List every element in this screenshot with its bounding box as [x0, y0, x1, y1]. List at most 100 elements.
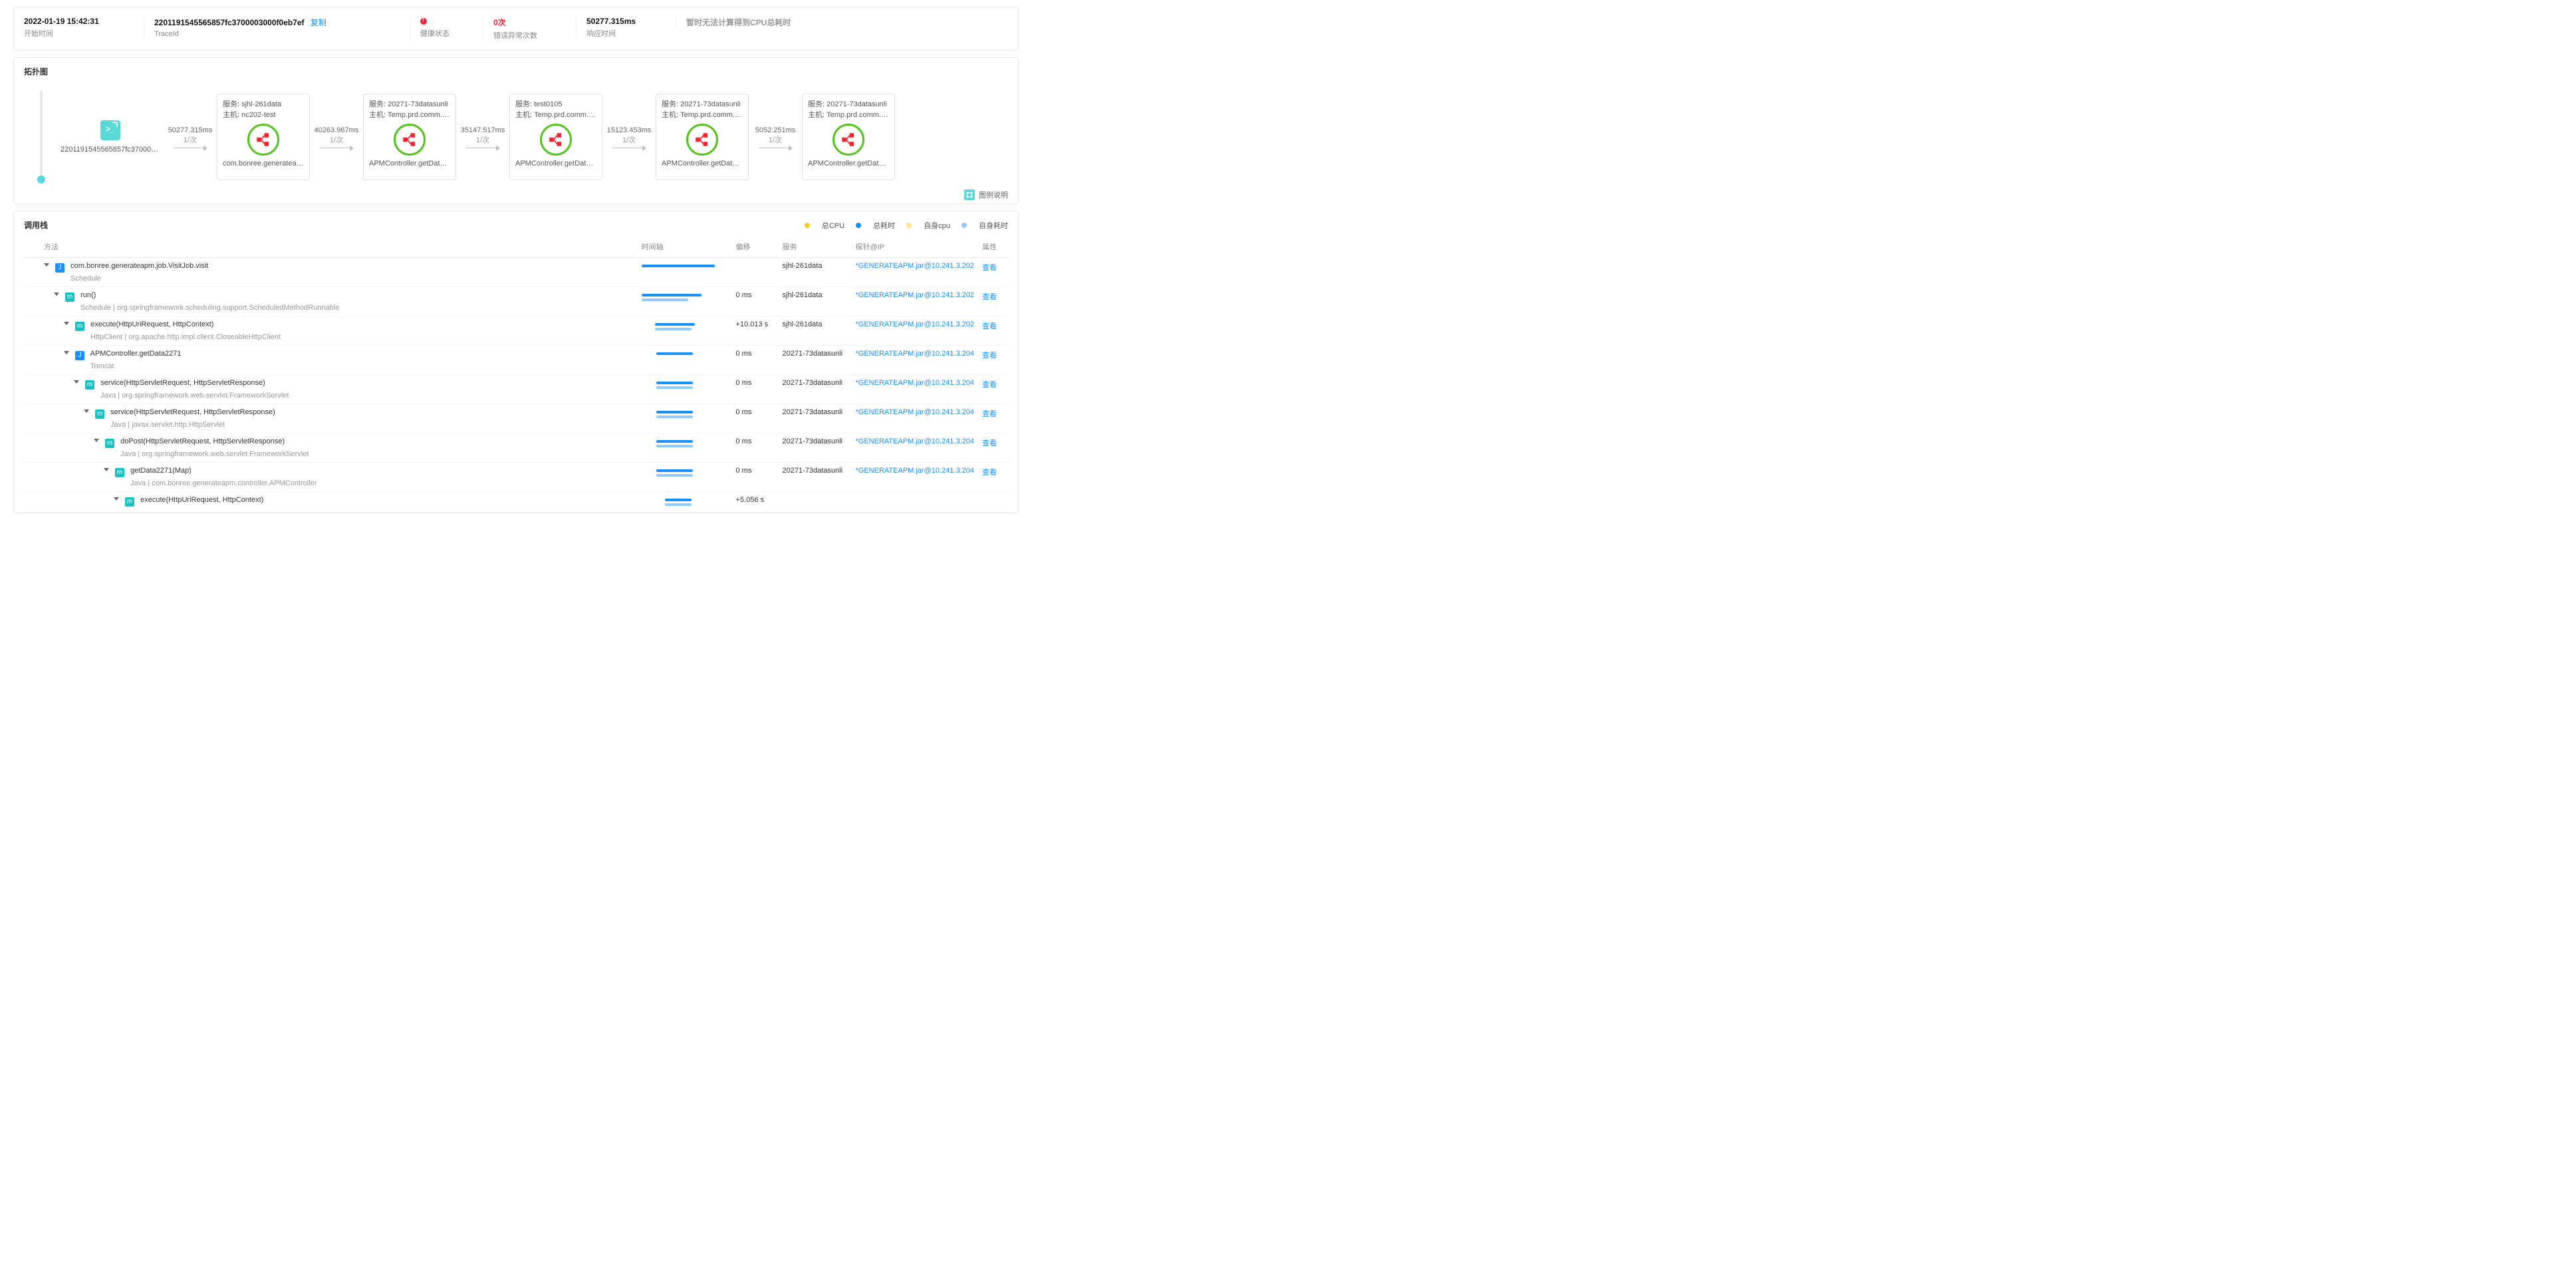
node-operation: com.bonree.generateapm.job.Vis...: [223, 160, 304, 168]
offset-cell: 0 ms: [732, 433, 779, 463]
timeline-bar: [642, 496, 728, 508]
view-button[interactable]: 查看: [982, 439, 997, 447]
edge-time: 5052.251ms: [755, 126, 796, 134]
probe-link[interactable]: *GENERATEAPM.jar@10.241.3.204: [856, 379, 975, 387]
timeline-bar: [642, 408, 728, 420]
timeline-bar: [642, 350, 728, 362]
expand-caret[interactable]: [104, 468, 109, 471]
view-button[interactable]: 查看: [982, 381, 997, 389]
offset-cell: +5.056 s: [732, 492, 779, 513]
legend-button[interactable]: 图例说明: [964, 189, 1008, 200]
node-operation: APMController.getData2291: [515, 160, 596, 168]
topology-panel: 拓扑图 2201191545565857fc3700003000f0e...50…: [13, 57, 1019, 204]
metric-traceid: 2201191545565857fc3700003000f0eb7ef 复制 T…: [144, 17, 410, 38]
service-cell: 20271-73datasunli: [779, 463, 852, 492]
method-sub: Java | javax.servlet.http.HttpServlet: [84, 421, 634, 429]
zoom-slider[interactable]: [31, 90, 51, 183]
method-sub: Tomcat: [64, 362, 634, 370]
view-button[interactable]: 查看: [982, 264, 997, 272]
offset-cell: 0 ms: [732, 375, 779, 404]
col-method: 方法: [24, 236, 638, 258]
method-name: service(HttpServletRequest, HttpServletR…: [100, 379, 265, 387]
callstack-title: 调用栈: [24, 219, 48, 231]
topology-edge: 50277.315ms1/次: [164, 126, 217, 148]
node-health-circle: [540, 124, 572, 156]
node-service: 服务: 20271-73datasunli: [662, 98, 743, 109]
callstack-legends: 总CPU 总耗时 自身cpu 自身耗时: [795, 220, 1008, 231]
expand-caret[interactable]: [64, 322, 69, 325]
view-button[interactable]: 查看: [982, 293, 997, 301]
view-button[interactable]: 查看: [982, 469, 997, 477]
node-host: 主机: nc202-test: [223, 109, 304, 120]
node-service: 服务: 20271-73datasunli: [808, 98, 889, 109]
method-name: getData2271(Map): [130, 467, 192, 475]
expand-caret[interactable]: [44, 263, 49, 267]
probe-link[interactable]: *GENERATEAPM.jar@10.241.3.202: [856, 291, 975, 299]
node-health-circle: [686, 124, 718, 156]
topology-node[interactable]: 服务: 20271-73datasunli 主机: Temp.prd.comm.…: [363, 94, 456, 180]
method-name: doPost(HttpServletRequest, HttpServletRe…: [120, 437, 285, 445]
metric-health: 健康状态: [410, 17, 483, 39]
service-cell: [779, 492, 852, 513]
method-sub: Java | com.bonree.generateapm.controller…: [104, 479, 634, 487]
expand-caret[interactable]: [74, 380, 79, 384]
errors-label: 错误异常次数: [493, 30, 566, 41]
topology-entry-node[interactable]: 2201191545565857fc3700003000f0e...: [57, 120, 164, 154]
topology-node[interactable]: 服务: test0105 主机: Temp.prd.comm.vm.by.idc…: [509, 94, 602, 180]
probe-link[interactable]: *GENERATEAPM.jar@10.241.3.204: [856, 467, 975, 475]
probe-link[interactable]: *GENERATEAPM.jar@10.241.3.204: [856, 350, 975, 358]
service-cell: sjhl-261data: [779, 316, 852, 346]
edge-count: 1/次: [769, 134, 782, 145]
type-tag-icon: m: [85, 380, 94, 390]
method-name: APMController.getData2271: [90, 350, 182, 358]
method-name: service(HttpServletRequest, HttpServletR…: [110, 408, 275, 416]
timeline-bar: [642, 262, 728, 274]
probe-link[interactable]: *GENERATEAPM.jar@10.241.3.204: [856, 437, 975, 445]
service-cell: sjhl-261data: [779, 287, 852, 316]
probe-link[interactable]: *GENERATEAPM.jar@10.241.3.202: [856, 262, 975, 270]
offset-cell: +10.013 s: [732, 316, 779, 346]
copy-button[interactable]: 复制: [311, 18, 326, 27]
method-name: com.bonree.generateapm.job.VisitJob.visi…: [70, 262, 208, 270]
slider-knob[interactable]: [37, 176, 45, 183]
col-attr: 属性: [978, 236, 1008, 258]
view-button[interactable]: 查看: [982, 352, 997, 360]
error-icon: [420, 18, 427, 25]
probe-link[interactable]: *GENERATEAPM.jar@10.241.3.202: [856, 320, 975, 328]
view-button[interactable]: 查看: [982, 410, 997, 418]
node-host: 主机: Temp.prd.comm.vm.by.idc.b...: [515, 109, 596, 120]
metric-errors: 0次 错误异常次数: [483, 17, 576, 41]
service-cell: 20271-73datasunli: [779, 404, 852, 433]
topology-node[interactable]: 服务: 20271-73datasunli 主机: Temp.prd.comm.…: [802, 94, 895, 180]
offset-cell: 0 ms: [732, 346, 779, 375]
timeline-bar: [642, 467, 728, 479]
expand-caret[interactable]: [94, 439, 99, 442]
method-sub: Schedule | org.springframework.schedulin…: [54, 304, 634, 312]
node-operation: APMController.getData2272: [662, 160, 743, 168]
col-service: 服务: [779, 236, 852, 258]
service-cell: sjhl-261data: [779, 258, 852, 287]
view-button[interactable]: 查看: [982, 322, 997, 330]
topology-node[interactable]: 服务: 20271-73datasunli 主机: Temp.prd.comm.…: [656, 94, 749, 180]
expand-caret[interactable]: [84, 410, 89, 413]
expand-caret[interactable]: [114, 497, 119, 501]
cpu-value: 暂时无法计算得到CPU总耗时: [686, 17, 998, 28]
expand-caret[interactable]: [54, 292, 59, 296]
topology-edge: 5052.251ms1/次: [749, 126, 802, 148]
terminal-icon: [100, 120, 120, 140]
start-time-label: 开始时间: [24, 28, 134, 39]
traceid-label: TraceId: [154, 30, 400, 38]
timeline-bar: [642, 379, 728, 391]
probe-link[interactable]: *GENERATEAPM.jar@10.241.3.204: [856, 408, 975, 416]
method-sub: Schedule: [44, 275, 634, 283]
traceid-value: 2201191545565857fc3700003000f0eb7ef: [154, 18, 305, 27]
callstack-panel: 调用栈 总CPU 总耗时 自身cpu 自身耗时 方法 时间轴 偏移 服务 探针@…: [13, 211, 1019, 513]
method-name: execute(HttpUriRequest, HttpContext): [90, 320, 213, 328]
topology-node[interactable]: 服务: sjhl-261data 主机: nc202-test com.bonr…: [217, 94, 310, 180]
expand-caret[interactable]: [64, 351, 69, 354]
method-sub: Java | org.springframework.web.servlet.F…: [94, 450, 634, 458]
table-row: m execute(HttpUriRequest, HttpContext) +…: [24, 492, 1008, 513]
table-row: m service(HttpServletRequest, HttpServle…: [24, 404, 1008, 433]
edge-count: 1/次: [622, 134, 636, 145]
type-tag-icon: m: [95, 410, 104, 419]
